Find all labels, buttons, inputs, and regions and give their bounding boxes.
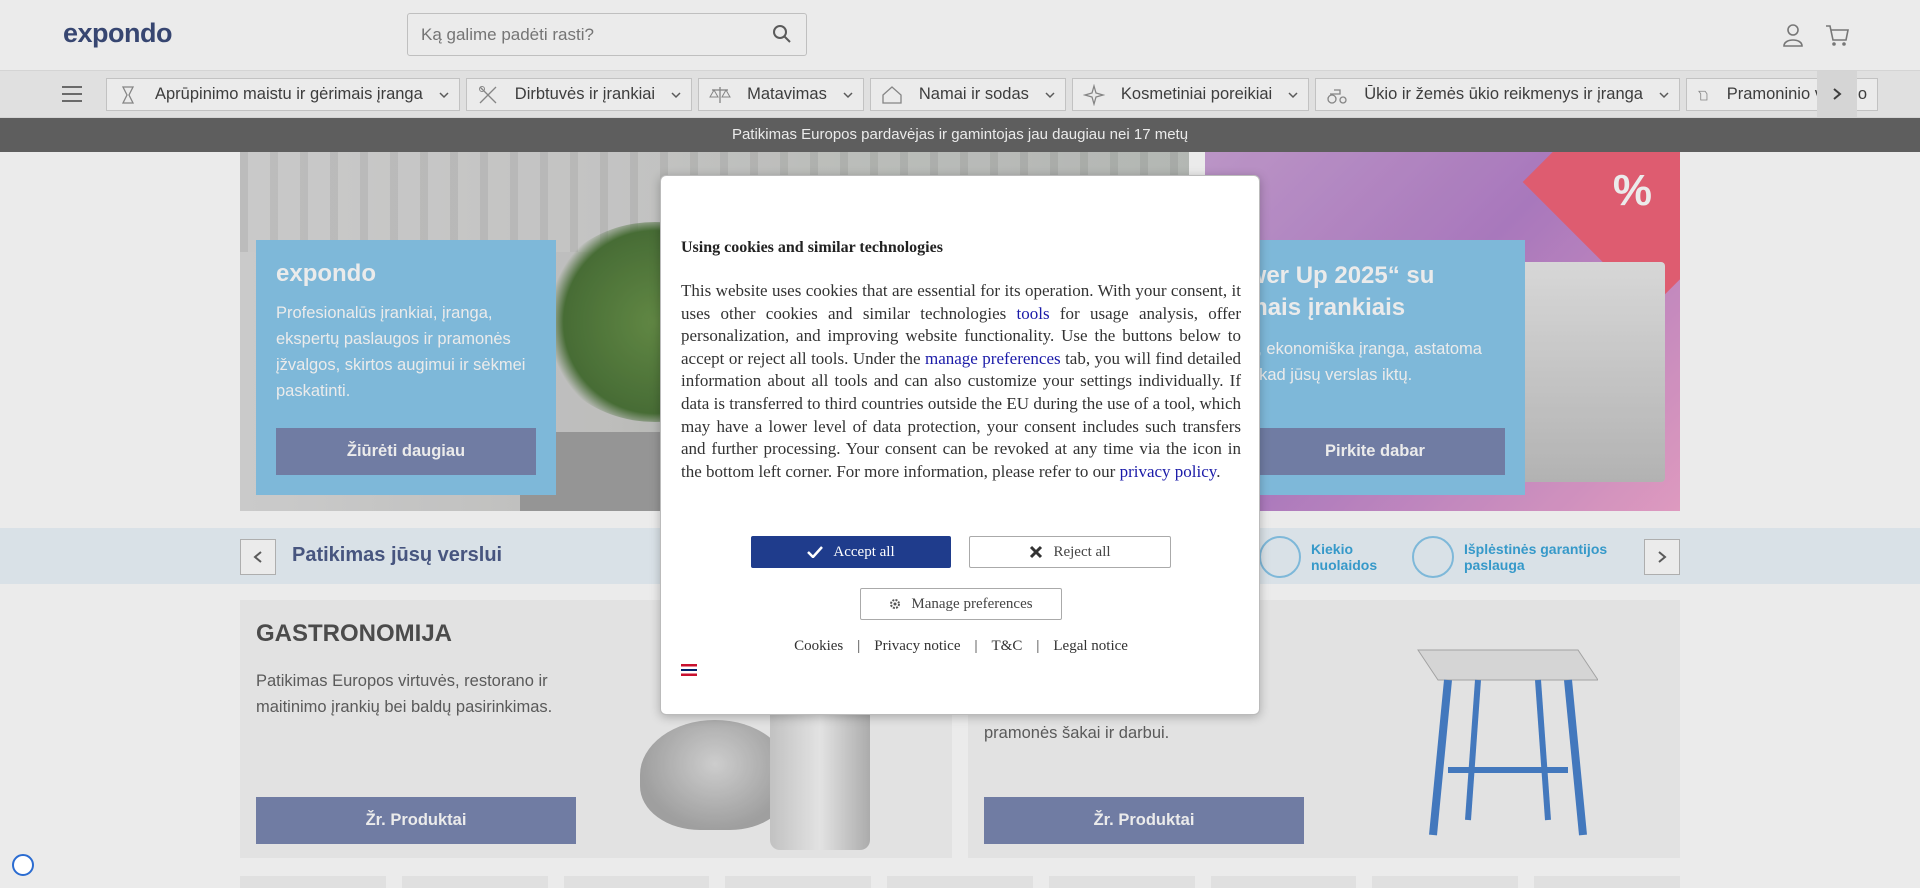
accept-all-button[interactable]: Accept all xyxy=(751,536,951,568)
gear-icon xyxy=(890,599,901,609)
check-icon xyxy=(807,546,824,558)
button-label: Accept all xyxy=(833,543,895,560)
legal-notice-link[interactable]: Legal notice xyxy=(1053,638,1128,655)
dialog-links: Cookies | Privacy notice | T&C | Legal n… xyxy=(661,638,1261,655)
body-text: . xyxy=(1216,461,1221,481)
consent-settings-icon[interactable] xyxy=(12,854,34,876)
link-separator: | xyxy=(857,638,861,654)
link-separator: | xyxy=(974,638,978,654)
manage-preferences-button[interactable]: Manage preferences xyxy=(860,588,1062,620)
dialog-title: Using cookies and similar technologies xyxy=(681,239,943,256)
manage-preferences-link[interactable]: manage preferences xyxy=(925,349,1061,368)
link-separator: | xyxy=(1036,638,1040,654)
language-flag-icon[interactable] xyxy=(681,664,697,676)
cookies-link[interactable]: Cookies xyxy=(794,638,843,655)
tools-link[interactable]: tools xyxy=(1017,304,1050,323)
button-label: Reject all xyxy=(1053,543,1111,560)
reject-all-button[interactable]: Reject all xyxy=(969,536,1171,568)
button-label: Manage preferences xyxy=(911,595,1033,612)
close-icon xyxy=(1030,545,1043,559)
cookie-consent-dialog: Using cookies and similar technologies T… xyxy=(660,175,1260,715)
dialog-body: This website uses cookies that are essen… xyxy=(681,280,1241,483)
tc-link[interactable]: T&C xyxy=(992,638,1023,655)
privacy-policy-link[interactable]: privacy policy xyxy=(1120,462,1217,481)
privacy-notice-link[interactable]: Privacy notice xyxy=(874,638,960,655)
